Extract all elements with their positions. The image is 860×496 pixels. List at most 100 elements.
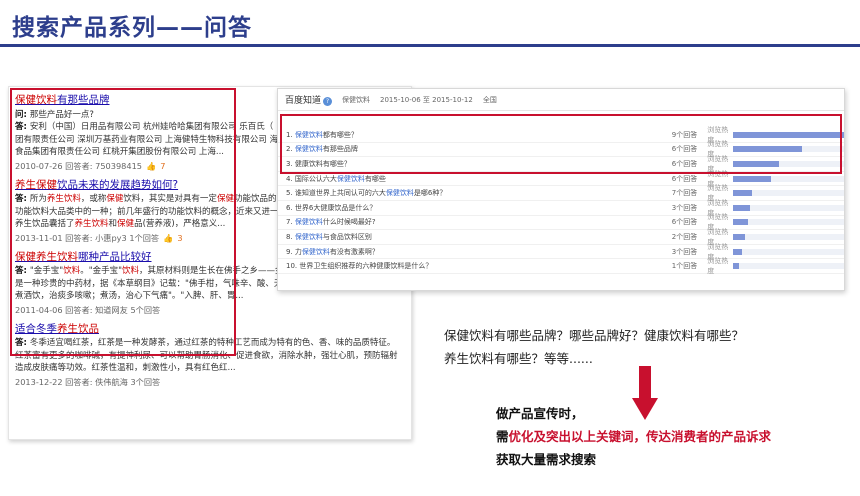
thumbs-up-icon[interactable]: 👍 [146, 161, 156, 171]
zhidao-row[interactable]: 3. 健康饮料有哪些？ 6个回答 浏览热度 [278, 155, 844, 173]
heat-bar-fill [733, 204, 750, 211]
question-text: 谁知道世界上共同认可的六大 [294, 189, 386, 198]
snippet-text: 功能饮料大品类中的一种；前几年盛行的功能饮料的概念，近来又进一 [15, 206, 279, 217]
zhidao-question[interactable]: 8. 保健饮料与食品饮料区别 [278, 232, 648, 242]
zhidao-question[interactable]: 2. 保健饮料有那些品牌 [278, 144, 648, 154]
snippet-text: 和 [108, 219, 118, 230]
zhidao-row[interactable]: 7. 保健饮料什么时候喝最好? 6个回答 浏览热度 [278, 213, 844, 231]
zhidao-row[interactable]: 6. 世界6大健康饮品是什么？ 3个回答 浏览热度 [278, 199, 844, 217]
question-text: 与食品饮料区别 [322, 232, 372, 241]
result-title-keyword: 保健饮料 [15, 94, 57, 106]
snippet-text: 冬季适宜喝红茶，红茶是一种发酵茶，通过红茶的特种工艺而成为特有的色、香、味的品质… [29, 338, 396, 349]
question-text: 有那些品牌 [322, 145, 358, 154]
zhidao-row-index: 1. [286, 130, 295, 139]
heat-bar-track [733, 219, 844, 226]
snippet-text: 答: [15, 194, 30, 205]
zhidao-question[interactable]: 6. 世界6大健康饮品是什么？ [278, 203, 648, 213]
heat-bar-track [733, 204, 844, 211]
snippet-text: 答: [15, 122, 30, 133]
result-title-text: 适合冬季 [15, 322, 57, 335]
zhidao-panel: 百度知道? 保健饮料 2015-10-06 至 2015-10-12 全国 1.… [277, 88, 845, 291]
snippet-keyword: 养生饮料 [46, 194, 81, 205]
question-text: 国际公认六大 [294, 174, 337, 183]
heat-bar-fill [733, 160, 779, 167]
description-line: 养生饮料有哪些？等等...... [444, 351, 593, 366]
result-snippet-line: 红茶富有更多的咖啡碱，有提神利尿、可以帮助胃肠消化、促进食欲，消除水肿，强壮心肌… [15, 350, 405, 363]
result-title-text: 哪种产品比较好 [78, 250, 152, 263]
zhidao-answer-count: 3个回答 [671, 247, 698, 256]
zhidao-row-index: 4. [286, 174, 295, 183]
snippet-text: 红茶富有更多的咖啡碱，有提神利尿、可以帮助胃肠消化、促进食欲，消除水肿，强壮心肌… [15, 350, 398, 361]
result-meta-text: 2010-07-26 回答者: 750398415 [15, 160, 142, 171]
zhidao-answer-count: 6个回答 [671, 159, 698, 168]
zhidao-row[interactable]: 4. 国际公认六大保健饮料有哪些 6个回答 浏览热度 [278, 170, 844, 188]
result-snippet-line: 答: 冬季适宜喝红茶，红茶是一种发酵茶，通过红茶的特种工艺而成为特有的色、香、味… [15, 337, 405, 350]
result-meta: 2013-12-22 回答者: 佚伟航海 3个回答 [15, 376, 405, 389]
zhidao-date-range: 2015-10-06 至 2015-10-12 [380, 95, 473, 104]
zhidao-row-index: 5. [286, 189, 295, 198]
zhidao-question[interactable]: 7. 保健饮料什么时候喝最好? [278, 217, 648, 227]
zhidao-row-index: 10. [286, 262, 300, 271]
heat-bar-track [733, 146, 844, 153]
snippet-text: "金手宝" [29, 266, 64, 277]
zhidao-row[interactable]: 2. 保健饮料有那些品牌 6个回答 浏览热度 [278, 140, 844, 158]
heat-bar-fill [733, 131, 844, 138]
zhidao-row-index: 7. [286, 218, 295, 227]
zhidao-answer-count: 6个回答 [671, 145, 698, 154]
question-text: 有哪些 [364, 174, 386, 183]
snippet-text: 所为 [29, 194, 47, 205]
zhidao-row[interactable]: 8. 保健饮料与食品饮料区别 2个回答 浏览热度 [278, 228, 844, 246]
result-title-keyword: 保健养生饮料 [15, 250, 78, 263]
description-line: 保健饮料有哪些品牌？哪些品牌好？健康饮料有哪些？ [444, 328, 745, 343]
zhidao-row[interactable]: 9. 力保健饮料有没有激素啊？ 3个回答 浏览热度 [278, 243, 844, 261]
question-text: 有没有激素啊？ [329, 247, 379, 256]
heat-bar-track [733, 233, 844, 240]
zhidao-question[interactable]: 5. 谁知道世界上共同认可的六大保健饮料是哪6种？ [278, 188, 648, 198]
zhidao-question[interactable]: 4. 国际公认六大保健饮料有哪些 [278, 174, 648, 184]
question-keyword: 保健饮料 [294, 130, 323, 139]
heat-bar-fill [733, 175, 772, 182]
summary-emphasis: 优化及突出以上关键词，传达消费者的产品诉求 [508, 429, 772, 444]
heat-bar-fill [733, 190, 753, 197]
snippet-text: 饮料，其实是对具有一定 [123, 194, 217, 205]
result-title-link[interactable]: 适合冬季养生饮品 [15, 323, 405, 336]
zhidao-hot-label: 浏览热度 [707, 257, 729, 276]
snippet-text: 问: [15, 109, 30, 120]
question-text: 什么时候喝最好? [322, 218, 376, 227]
result-meta-text: 2013-11-01 回答者: 小惠py3 1个回答 [15, 232, 160, 243]
snippet-text: 团有限责任公司 深圳万基药业有限公司 上海健特生物科技有限公司 海 [15, 134, 279, 145]
zhidao-answer-count: 7个回答 [671, 189, 698, 198]
snippet-text: 煮酒饮，治痰多咳嗽；煮汤，治心下气痛"。"入脾、肝、胃... [15, 291, 244, 302]
question-keyword: 保健饮料 [336, 174, 365, 183]
zhidao-row-index: 8. [286, 232, 295, 241]
result-snippet-line: 煮酒饮，治痰多咳嗽；煮汤，治心下气痛"。"入脾、肝、胃... [15, 290, 405, 303]
zhidao-question[interactable]: 9. 力保健饮料有没有激素啊？ [278, 247, 648, 257]
help-icon[interactable]: ? [323, 97, 333, 106]
zhidao-question[interactable]: 3. 健康饮料有哪些？ [278, 159, 648, 169]
summary-line-3: 获取大量需求搜索 [496, 452, 597, 467]
heat-bar-fill [733, 233, 746, 240]
question-text: 都有哪些？ [322, 130, 358, 139]
summary-line-1: 做产品宣传时， [496, 406, 584, 421]
zhidao-row-index: 3. [286, 159, 295, 168]
zhidao-question[interactable]: 1. 保健饮料都有哪些？ [278, 130, 648, 140]
result-title-keyword: 养生饮品 [57, 322, 99, 335]
zhidao-row-index: 6. [286, 203, 295, 212]
snippet-text: 品(营养液)，严格意义... [134, 219, 226, 230]
zhidao-answer-count: 9个回答 [671, 130, 698, 139]
zhidao-row[interactable]: 5. 谁知道世界上共同认可的六大保健饮料是哪6种？ 7个回答 浏览热度 [278, 184, 844, 202]
snippet-text: 造成皮肤痛等功效。红茶性温和，刺激性小，具有红色红... [15, 363, 236, 374]
snippet-keyword: 饮料 [63, 266, 81, 277]
snippet-text: 养生饮品囊括了 [15, 219, 75, 230]
zhidao-row[interactable]: 1. 保健饮料都有哪些？ 9个回答 浏览热度 [278, 126, 844, 144]
summary-text: 做产品宣传时， 需优化及突出以上关键词，传达消费者的产品诉求 获取大量需求搜索 [496, 402, 771, 471]
question-text: 是哪6种？ [413, 189, 447, 198]
question-text: 健康饮料有哪些？ [294, 159, 351, 168]
heat-bar-track [733, 190, 844, 197]
heat-bar-fill [733, 248, 742, 255]
zhidao-question[interactable]: 10. 世界卫生组织推荐的六种健康饮料是什么？ [278, 261, 648, 271]
zhidao-row[interactable]: 10. 世界卫生组织推荐的六种健康饮料是什么？ 1个回答 浏览热度 [278, 257, 844, 276]
snippet-keyword: 饮料 [122, 266, 140, 277]
snippet-text: 安利（中国）日用品有限公司 杭州娃哈哈集团有限公司 乐百氏（ [29, 122, 274, 133]
thumbs-up-icon[interactable]: 👍 [163, 233, 173, 243]
